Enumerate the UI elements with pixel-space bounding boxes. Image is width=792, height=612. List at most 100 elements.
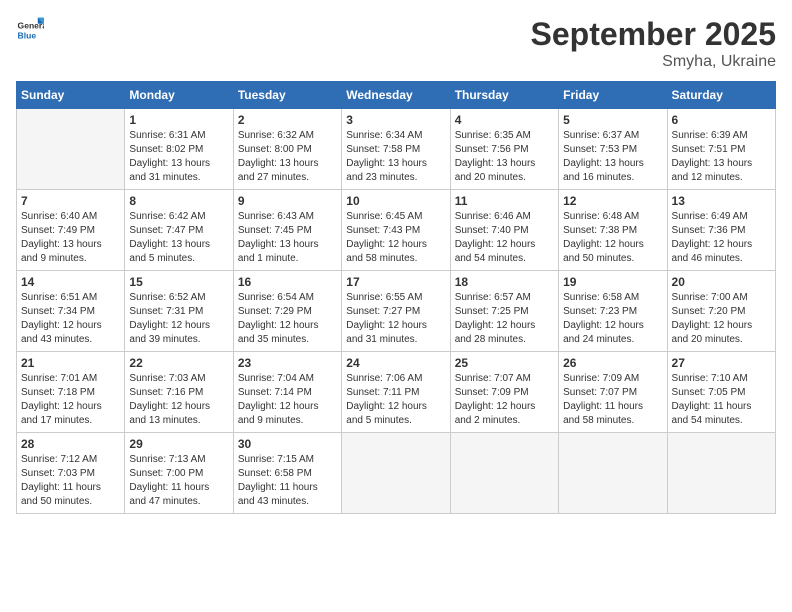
day-info: Sunrise: 6:43 AM Sunset: 7:45 PM Dayligh… — [238, 210, 337, 266]
day-number: 30 — [238, 437, 337, 451]
day-number: 15 — [129, 275, 228, 289]
month-title: September 2025 — [531, 16, 776, 53]
day-number: 27 — [672, 356, 771, 370]
calendar-cell: 8 Sunrise: 6:42 AM Sunset: 7:47 PM Daylig… — [125, 190, 233, 271]
calendar-cell — [667, 433, 775, 514]
day-info: Sunrise: 7:09 AM Sunset: 7:07 PM Dayligh… — [563, 372, 662, 428]
calendar-cell: 19Sunrise: 6:58 AM Sunset: 7:23 PM Dayli… — [559, 271, 667, 352]
day-info: Sunrise: 6:58 AM Sunset: 7:23 PM Dayligh… — [563, 291, 662, 347]
page-header: General Blue September 2025 Smyha, Ukrai… — [16, 16, 776, 71]
day-number: 9 — [238, 194, 337, 208]
calendar-cell: 12 Sunrise: 6:48 AM Sunset: 7:38 PM Dayli… — [559, 190, 667, 271]
day-info: Sunrise: 7:06 AM Sunset: 7:11 PM Dayligh… — [346, 372, 445, 428]
calendar-cell: 1 Sunrise: 6:31 AM Sunset: 8:02 PM Daylig… — [125, 109, 233, 190]
day-number: 13 — [672, 194, 771, 208]
day-info: Sunrise: 7:03 AM Sunset: 7:16 PM Dayligh… — [129, 372, 228, 428]
day-info: Sunrise: 7:04 AM Sunset: 7:14 PM Dayligh… — [238, 372, 337, 428]
calendar-cell: 24 Sunrise: 7:06 AM Sunset: 7:11 PM Dayli… — [342, 352, 450, 433]
day-info: Sunrise: 6:49 AM Sunset: 7:36 PM Dayligh… — [672, 210, 771, 266]
header-day: Tuesday — [233, 82, 341, 109]
calendar-cell: 7 Sunrise: 6:40 AM Sunset: 7:49 PM Daylig… — [17, 190, 125, 271]
svg-text:Blue: Blue — [18, 31, 37, 41]
day-info: Sunrise: 6:46 AM Sunset: 7:40 PM Dayligh… — [455, 210, 554, 266]
day-number: 24 — [346, 356, 445, 370]
day-info: Sunrise: 6:48 AM Sunset: 7:38 PM Dayligh… — [563, 210, 662, 266]
header-day: Monday — [125, 82, 233, 109]
day-number: 2 — [238, 113, 337, 127]
day-number: 8 — [129, 194, 228, 208]
day-number: 23 — [238, 356, 337, 370]
day-number: 17 — [346, 275, 445, 289]
calendar-cell — [17, 109, 125, 190]
day-info: Sunrise: 6:39 AM Sunset: 7:51 PM Dayligh… — [672, 129, 771, 185]
title-block: September 2025 Smyha, Ukraine — [531, 16, 776, 71]
calendar-cell: 21Sunrise: 7:01 AM Sunset: 7:18 PM Dayli… — [17, 352, 125, 433]
calendar-table: SundayMondayTuesdayWednesdayThursdayFrid… — [16, 81, 776, 514]
header-day: Wednesday — [342, 82, 450, 109]
day-info: Sunrise: 7:00 AM Sunset: 7:20 PM Dayligh… — [672, 291, 771, 347]
day-info: Sunrise: 7:07 AM Sunset: 7:09 PM Dayligh… — [455, 372, 554, 428]
calendar-cell: 10Sunrise: 6:45 AM Sunset: 7:43 PM Dayli… — [342, 190, 450, 271]
calendar-cell: 18 Sunrise: 6:57 AM Sunset: 7:25 PM Dayli… — [450, 271, 558, 352]
calendar-cell: 22 Sunrise: 7:03 AM Sunset: 7:16 PM Dayli… — [125, 352, 233, 433]
logo-icon: General Blue — [16, 16, 44, 44]
calendar-cell: 15Sunrise: 6:52 AM Sunset: 7:31 PM Dayli… — [125, 271, 233, 352]
calendar-cell: 9 Sunrise: 6:43 AM Sunset: 7:45 PM Daylig… — [233, 190, 341, 271]
calendar-cell: 2 Sunrise: 6:32 AM Sunset: 8:00 PM Daylig… — [233, 109, 341, 190]
day-info: Sunrise: 7:12 AM Sunset: 7:03 PM Dayligh… — [21, 453, 120, 509]
day-number: 7 — [21, 194, 120, 208]
day-number: 3 — [346, 113, 445, 127]
day-info: Sunrise: 6:51 AM Sunset: 7:34 PM Dayligh… — [21, 291, 120, 347]
calendar-week-row: 1 Sunrise: 6:31 AM Sunset: 8:02 PM Daylig… — [17, 109, 776, 190]
day-number: 29 — [129, 437, 228, 451]
day-info: Sunrise: 6:42 AM Sunset: 7:47 PM Dayligh… — [129, 210, 228, 266]
calendar-cell: 17Sunrise: 6:55 AM Sunset: 7:27 PM Dayli… — [342, 271, 450, 352]
header-day: Thursday — [450, 82, 558, 109]
day-number: 25 — [455, 356, 554, 370]
day-info: Sunrise: 7:13 AM Sunset: 7:00 PM Dayligh… — [129, 453, 228, 509]
calendar-week-row: 7 Sunrise: 6:40 AM Sunset: 7:49 PM Daylig… — [17, 190, 776, 271]
calendar-cell: 5 Sunrise: 6:37 AM Sunset: 7:53 PM Daylig… — [559, 109, 667, 190]
calendar-week-row: 21Sunrise: 7:01 AM Sunset: 7:18 PM Dayli… — [17, 352, 776, 433]
day-number: 4 — [455, 113, 554, 127]
day-number: 26 — [563, 356, 662, 370]
calendar-cell: 20 Sunrise: 7:00 AM Sunset: 7:20 PM Dayli… — [667, 271, 775, 352]
calendar-cell — [342, 433, 450, 514]
header-day: Saturday — [667, 82, 775, 109]
calendar-cell: 29 Sunrise: 7:13 AM Sunset: 7:00 PM Dayli… — [125, 433, 233, 514]
day-number: 12 — [563, 194, 662, 208]
calendar-cell: 13 Sunrise: 6:49 AM Sunset: 7:36 PM Dayli… — [667, 190, 775, 271]
day-number: 22 — [129, 356, 228, 370]
calendar-cell: 14 Sunrise: 6:51 AM Sunset: 7:34 PM Dayli… — [17, 271, 125, 352]
day-info: Sunrise: 6:32 AM Sunset: 8:00 PM Dayligh… — [238, 129, 337, 185]
day-number: 1 — [129, 113, 228, 127]
day-info: Sunrise: 7:01 AM Sunset: 7:18 PM Dayligh… — [21, 372, 120, 428]
header-day: Sunday — [17, 82, 125, 109]
day-number: 10 — [346, 194, 445, 208]
calendar-cell: 4 Sunrise: 6:35 AM Sunset: 7:56 PM Daylig… — [450, 109, 558, 190]
day-info: Sunrise: 6:37 AM Sunset: 7:53 PM Dayligh… — [563, 129, 662, 185]
day-number: 18 — [455, 275, 554, 289]
day-info: Sunrise: 7:10 AM Sunset: 7:05 PM Dayligh… — [672, 372, 771, 428]
calendar-cell — [559, 433, 667, 514]
day-info: Sunrise: 6:54 AM Sunset: 7:29 PM Dayligh… — [238, 291, 337, 347]
day-number: 20 — [672, 275, 771, 289]
day-number: 14 — [21, 275, 120, 289]
day-number: 6 — [672, 113, 771, 127]
logo: General Blue — [16, 16, 44, 44]
location-title: Smyha, Ukraine — [531, 53, 776, 71]
calendar-cell: 25 Sunrise: 7:07 AM Sunset: 7:09 PM Dayli… — [450, 352, 558, 433]
header-row: SundayMondayTuesdayWednesdayThursdayFrid… — [17, 82, 776, 109]
day-info: Sunrise: 6:35 AM Sunset: 7:56 PM Dayligh… — [455, 129, 554, 185]
calendar-cell: 16Sunrise: 6:54 AM Sunset: 7:29 PM Dayli… — [233, 271, 341, 352]
day-info: Sunrise: 6:31 AM Sunset: 8:02 PM Dayligh… — [129, 129, 228, 185]
calendar-cell: 6 Sunrise: 6:39 AM Sunset: 7:51 PM Daylig… — [667, 109, 775, 190]
calendar-cell: 11Sunrise: 6:46 AM Sunset: 7:40 PM Dayli… — [450, 190, 558, 271]
day-info: Sunrise: 6:40 AM Sunset: 7:49 PM Dayligh… — [21, 210, 120, 266]
calendar-week-row: 28 Sunrise: 7:12 AM Sunset: 7:03 PM Dayli… — [17, 433, 776, 514]
day-number: 5 — [563, 113, 662, 127]
calendar-cell: 28 Sunrise: 7:12 AM Sunset: 7:03 PM Dayli… — [17, 433, 125, 514]
calendar-cell: 3Sunrise: 6:34 AM Sunset: 7:58 PM Daylig… — [342, 109, 450, 190]
day-info: Sunrise: 6:57 AM Sunset: 7:25 PM Dayligh… — [455, 291, 554, 347]
day-number: 28 — [21, 437, 120, 451]
